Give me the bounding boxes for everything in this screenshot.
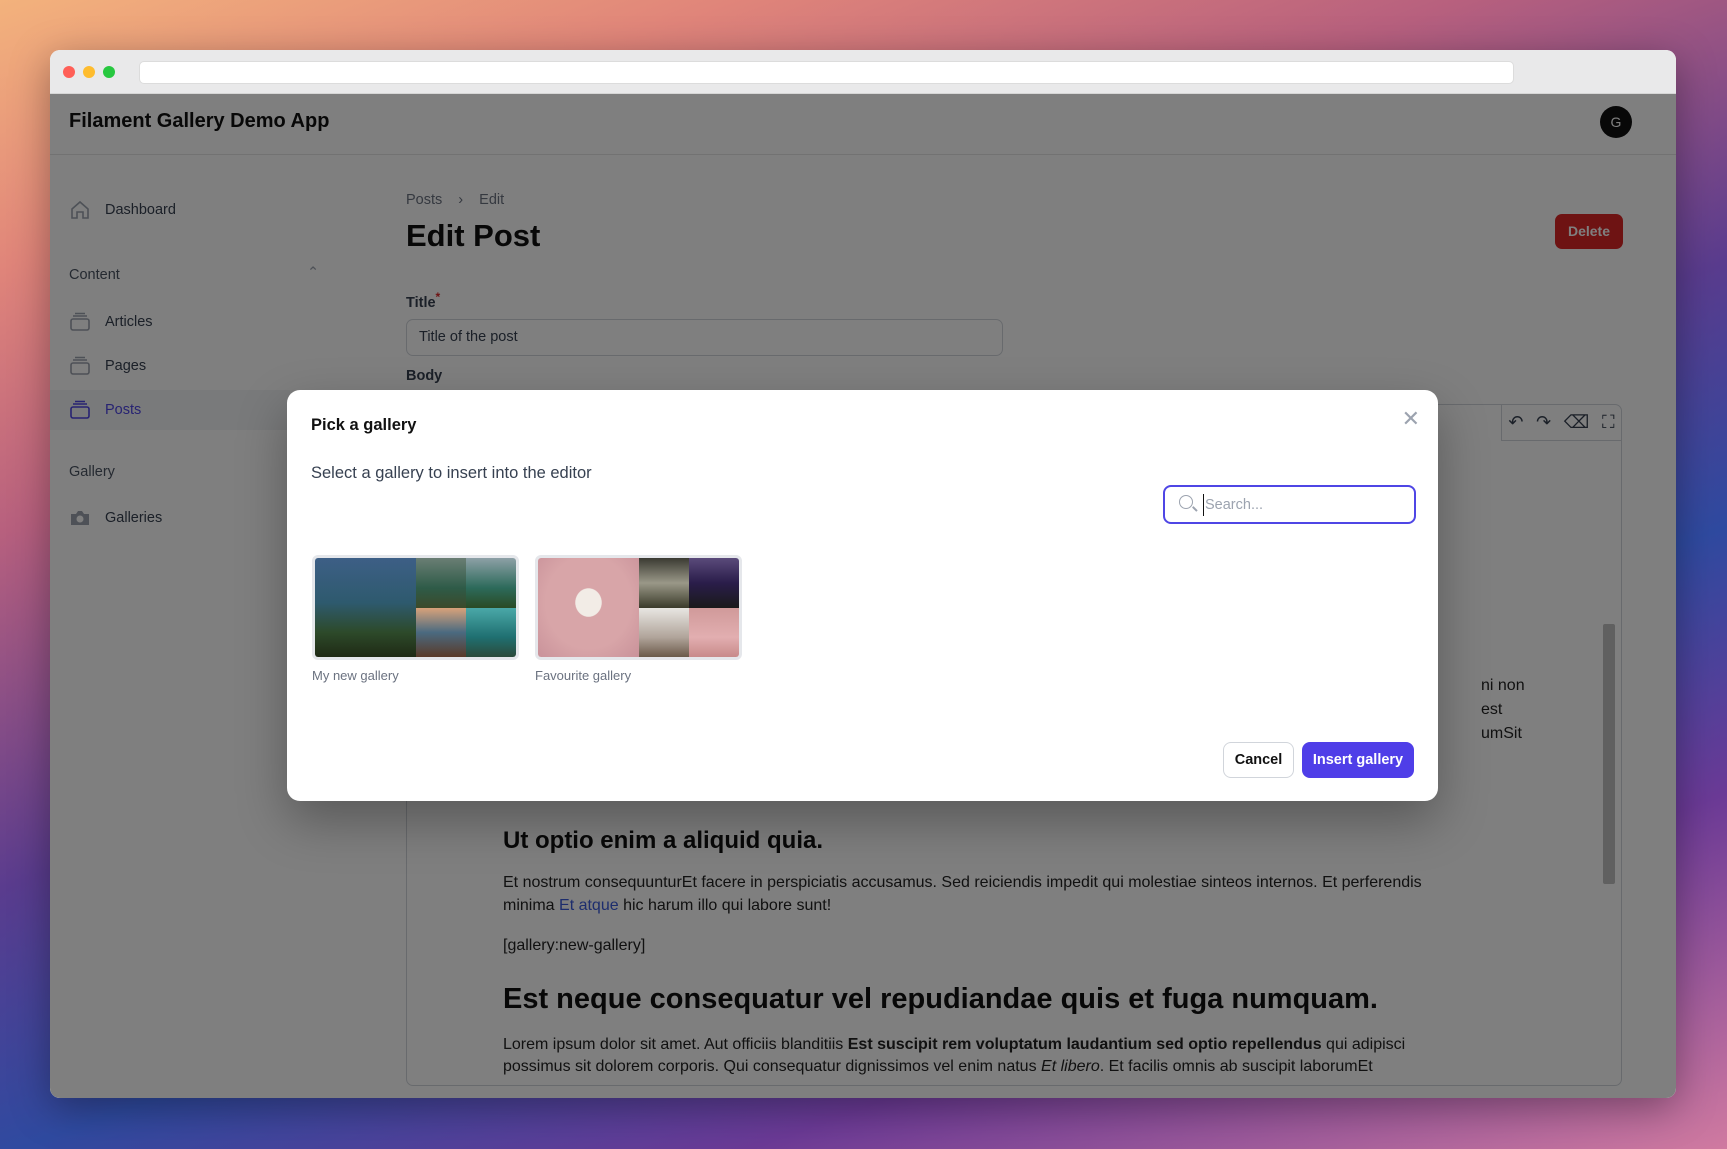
close-window-button[interactable]: [63, 66, 75, 78]
gallery-name: My new gallery: [312, 668, 399, 683]
gallery-card[interactable]: Favourite gallery: [535, 555, 742, 683]
cancel-button[interactable]: Cancel: [1223, 742, 1294, 778]
gallery-card[interactable]: My new gallery: [312, 555, 519, 683]
gallery-thumbnail: [535, 555, 742, 660]
minimize-window-button[interactable]: [83, 66, 95, 78]
search-field[interactable]: [1163, 485, 1416, 524]
browser-titlebar: [50, 50, 1676, 94]
address-bar[interactable]: [139, 61, 1514, 84]
gallery-thumbnail: [312, 555, 519, 660]
maximize-window-button[interactable]: [103, 66, 115, 78]
insert-gallery-button[interactable]: Insert gallery: [1302, 742, 1414, 778]
gallery-name: Favourite gallery: [535, 668, 632, 683]
search-input[interactable]: [1203, 494, 1403, 516]
close-icon[interactable]: ✕: [1402, 406, 1420, 432]
modal-title: Pick a gallery: [311, 416, 417, 434]
search-icon: [1179, 495, 1193, 509]
pick-gallery-modal: Pick a gallery ✕ Select a gallery to ins…: [287, 390, 1438, 801]
modal-subtitle: Select a gallery to insert into the edit…: [311, 464, 592, 482]
